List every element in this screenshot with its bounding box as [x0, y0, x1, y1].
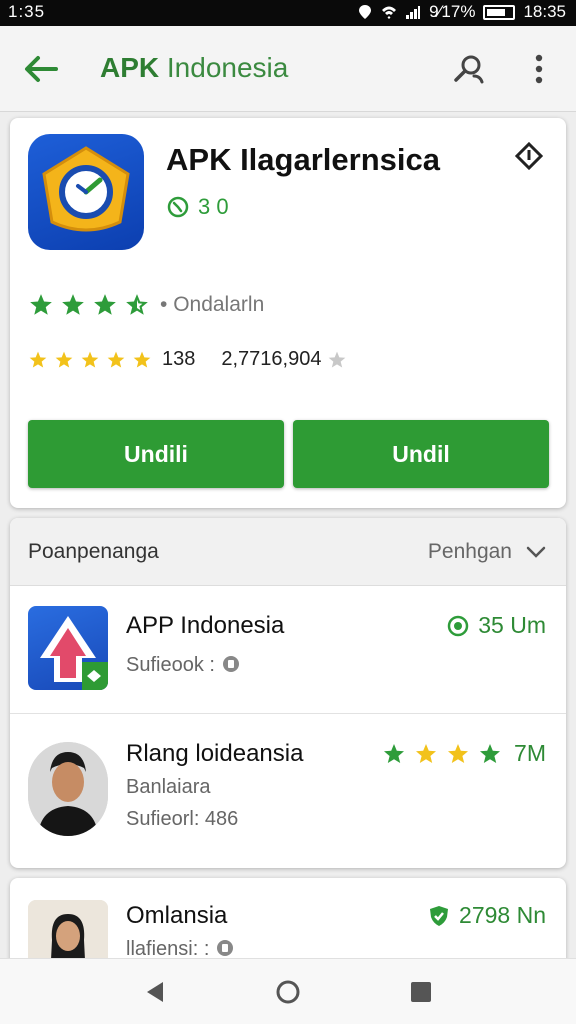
upload-arrow-icon [40, 616, 108, 690]
list-item-subtitle-2: Sufieorl: 486 [126, 808, 239, 830]
nav-back-icon[interactable] [143, 979, 169, 1005]
star-icon [30, 294, 52, 315]
install-button-1[interactable]: Undili [28, 420, 284, 488]
nav-home-icon[interactable] [275, 979, 301, 1005]
star-outline-icon [126, 294, 148, 315]
rating-summary-row: 138 2,7716,904 [28, 348, 347, 371]
sort-dropdown[interactable]: Penhgan [428, 540, 546, 564]
star-icon [416, 743, 437, 763]
app-list-icon [28, 606, 108, 690]
list-item-title: Rlang loideansia [126, 740, 304, 767]
app-name: APK Ilagarlernsica [166, 142, 440, 177]
list-item-size: 35 Um [478, 612, 546, 638]
app-version: 3 0 [166, 194, 229, 220]
list-item-title: APP Indonesia [126, 612, 285, 639]
app-bar-title: APK Indonesia [100, 52, 288, 84]
list-item-meta: 2798 Nn [427, 902, 546, 929]
list-header-title: Poanpenanga [28, 540, 159, 563]
battery-text: 9⁄17% [429, 2, 476, 21]
wifi-icon [382, 6, 397, 19]
star-icon [29, 351, 47, 367]
list-header: Poanpenanga Penhgan [10, 518, 566, 586]
nav-recents-icon[interactable] [408, 979, 434, 1005]
app-icon [28, 134, 144, 250]
system-nav-bar [0, 958, 576, 1024]
star-icon [62, 294, 84, 315]
download-count: 2,7716,904 [221, 348, 322, 370]
shield-clock-icon [42, 146, 130, 232]
battery-icon [483, 4, 516, 20]
list-item-meta: 35 Um [446, 612, 546, 639]
search-icon[interactable] [452, 52, 486, 86]
star-icon [94, 294, 116, 315]
app-bar-title-rest: Indonesia [159, 52, 289, 83]
star-icon [480, 743, 501, 763]
signal-icon [406, 6, 421, 19]
list-item-subtitle: Sufieook : [126, 654, 241, 677]
list-item-size: 7M [514, 740, 546, 766]
status-time-left: 1:35 [8, 2, 46, 21]
avatar [28, 742, 108, 836]
star-icon [55, 351, 73, 367]
status-bar: 1:35 9⁄17% 18:35 [0, 0, 576, 26]
list-item-size: 2798 Nn [459, 902, 546, 928]
list-item-subtitle-text: llafiensi: : [126, 938, 210, 960]
rating-stars-row: • Ondalarln [28, 292, 264, 318]
bookmark-diamond-icon[interactable] [515, 142, 543, 170]
app-bar: APK Indonesia [0, 26, 576, 112]
star-icon [133, 351, 151, 367]
list-item-subtitle: Banlaiara [126, 776, 211, 798]
list-item-title: Omlansia [126, 902, 228, 929]
rating-label-text: Ondalarln [173, 293, 265, 316]
status-time-right: 18:35 [523, 2, 566, 21]
person-avatar-icon [28, 742, 108, 836]
clock-icon [448, 615, 469, 636]
app-list-card: Poanpenanga Penhgan APP Indonesia Sufieo… [10, 518, 566, 868]
more-vert-icon[interactable] [527, 50, 551, 88]
sort-dropdown-label: Penhgan [427, 540, 512, 563]
rating-count: 138 [162, 348, 196, 370]
app-header-card: APK Ilagarlernsica 3 0 • Ondalarln 138 2… [10, 118, 566, 508]
star-icon [384, 743, 405, 763]
install-button-2[interactable]: Undil [293, 420, 549, 488]
lock-icon [216, 940, 233, 956]
star-icon [81, 351, 99, 367]
lock-icon [222, 656, 239, 672]
shield-check-icon [430, 905, 449, 926]
star-icon [448, 743, 469, 763]
star-gray-icon [329, 351, 346, 367]
list-item-subtitle-text: Sufieook : [126, 654, 215, 676]
star-icon [107, 351, 125, 367]
version-text: 3 0 [198, 194, 229, 219]
app-bar-title-bold: APK [100, 52, 160, 83]
list-item-meta: 7M [382, 740, 546, 767]
location-icon [359, 5, 372, 19]
list-item[interactable]: Rlang loideansia Banlaiara Sufieorl: 486… [10, 714, 566, 868]
clock-icon [167, 196, 189, 218]
chevron-down-icon [526, 546, 546, 558]
list-item[interactable]: APP Indonesia Sufieook : 35 Um [10, 586, 566, 714]
arrow-left-icon[interactable] [22, 52, 60, 86]
rating-label: • Ondalarln [160, 293, 265, 316]
